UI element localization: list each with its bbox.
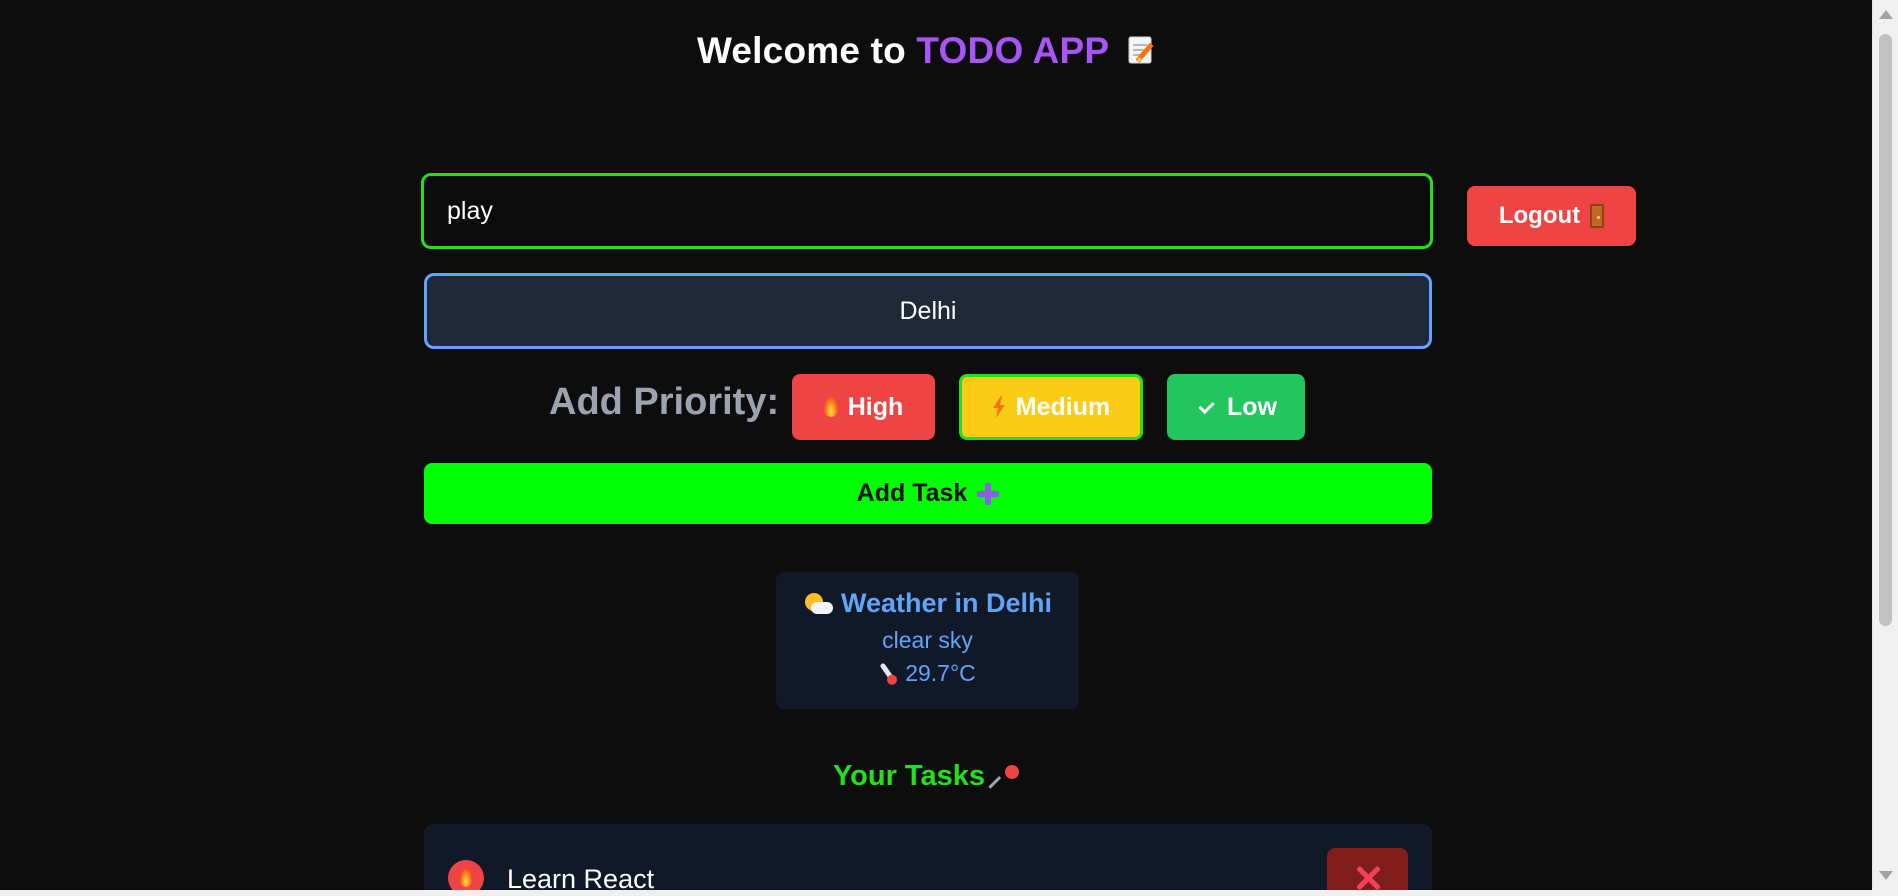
- task-text: Learn React: [507, 864, 655, 890]
- plus-icon: [977, 482, 1000, 505]
- pushpin-icon: [988, 763, 1023, 791]
- x-icon: [1355, 865, 1381, 890]
- door-icon: [1590, 204, 1605, 228]
- weather-temperature: 29.7°C: [776, 660, 1079, 687]
- weather-card: Weather in Delhi clear sky 29.7°C: [776, 572, 1079, 709]
- priority-high-button[interactable]: High: [792, 374, 935, 440]
- priority-low-button[interactable]: Low: [1167, 374, 1305, 440]
- sun-behind-cloud-icon: [803, 591, 833, 617]
- scrollbar-thumb[interactable]: [1879, 34, 1892, 626]
- task-item: Learn React: [424, 824, 1432, 890]
- task-input[interactable]: [421, 173, 1433, 249]
- window-bottom-edge: [0, 890, 1898, 896]
- temperature-value: 29.7°C: [905, 660, 976, 686]
- task-priority-icon: [448, 860, 484, 890]
- delete-task-button[interactable]: [1327, 848, 1408, 890]
- city-select[interactable]: Delhi: [424, 273, 1432, 349]
- fire-icon: [460, 869, 472, 887]
- add-task-button[interactable]: Add Task: [424, 463, 1432, 524]
- lightning-icon: [992, 396, 1005, 418]
- thermometer-icon: [874, 659, 903, 689]
- weather-title: Weather in Delhi: [776, 588, 1079, 619]
- priority-high-label: High: [847, 392, 904, 421]
- priority-label: Add Priority:: [549, 381, 780, 423]
- scroll-up-arrow-icon[interactable]: [1879, 10, 1893, 19]
- weather-title-text: Weather in Delhi: [840, 588, 1053, 618]
- title-prefix: Welcome to: [696, 30, 906, 71]
- memo-icon: [1128, 36, 1154, 64]
- city-select-value: Delhi: [899, 296, 957, 325]
- title-accent: TODO APP: [916, 30, 1109, 71]
- check-icon: [1195, 396, 1217, 418]
- page-title: Welcome to TODO APP: [0, 30, 1856, 72]
- logout-label: Logout: [1498, 202, 1581, 229]
- fire-icon: [823, 397, 838, 417]
- priority-medium-label: Medium: [1015, 392, 1111, 421]
- priority-low-label: Low: [1227, 392, 1277, 421]
- add-task-label: Add Task: [856, 479, 968, 507]
- priority-medium-button[interactable]: Medium: [959, 374, 1143, 440]
- weather-description: clear sky: [882, 627, 973, 653]
- scroll-down-arrow-icon[interactable]: [1879, 871, 1893, 880]
- app-viewport: Welcome to TODO APP Logout Delhi Add Pri…: [0, 0, 1872, 890]
- logout-button[interactable]: Logout: [1467, 186, 1636, 246]
- tasks-heading-text: Your Tasks: [832, 760, 986, 792]
- tasks-heading: Your Tasks: [0, 760, 1856, 793]
- vertical-scrollbar[interactable]: [1872, 0, 1898, 890]
